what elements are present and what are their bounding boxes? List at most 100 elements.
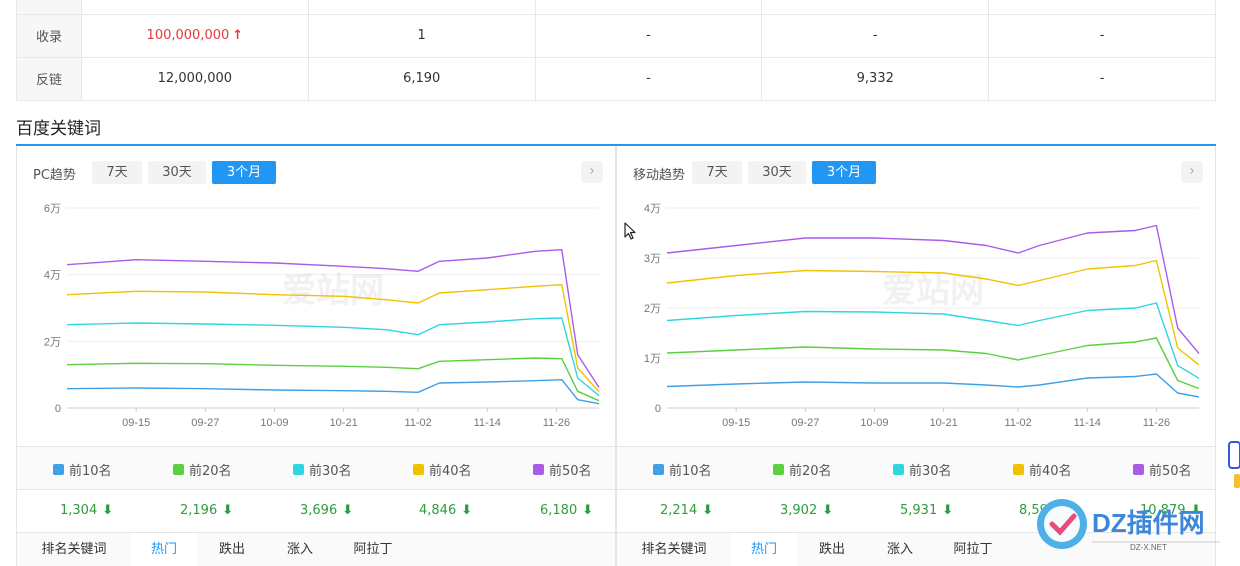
legend-label: 前30名: [909, 464, 952, 479]
rank-count-value: 3,902: [780, 503, 818, 518]
panel-header: 移动趋势 7天 30天 3个月 ›: [617, 160, 1215, 186]
section-title: 百度关键词: [16, 119, 101, 139]
y-tick-label: 6万: [44, 203, 61, 215]
table-cell: 1: [307, 13, 536, 58]
rank-count[interactable]: 3,696 ⬇: [300, 503, 353, 518]
table-cell: -: [761, 13, 990, 58]
legend-label: 前20名: [189, 464, 232, 479]
subtab-3[interactable]: 涨入: [271, 533, 329, 566]
series-line-3: [66, 317, 600, 397]
rank-count-value: 3,696: [300, 503, 338, 518]
rank-count[interactable]: 6,180 ⬇: [540, 503, 593, 518]
rank-count-value: 6,180: [540, 503, 578, 518]
legend-swatch: [173, 464, 184, 475]
arrow-down-icon: ⬇: [942, 503, 954, 518]
x-tick-label: 10-09: [260, 417, 288, 429]
chevron-right-icon[interactable]: ›: [1181, 161, 1203, 183]
x-tick-label: 10-21: [330, 417, 358, 429]
legend-swatch: [893, 464, 904, 475]
rank-count-value: 1,304: [60, 503, 98, 518]
subtab-1[interactable]: 热门: [731, 533, 797, 566]
x-tick-label: 09-15: [722, 417, 750, 429]
subtab-2[interactable]: 跌出: [799, 533, 865, 566]
rank-count-value: 2,196: [180, 503, 218, 518]
rank-count[interactable]: 3,902 ⬇: [780, 503, 833, 518]
subtab-3[interactable]: 涨入: [871, 533, 929, 566]
rank-count[interactable]: 4,846 ⬇: [419, 503, 472, 518]
range-tab-1[interactable]: 30天: [148, 161, 206, 184]
legend-item[interactable]: 前20名: [173, 460, 232, 479]
arrow-down-icon: ⬇: [222, 503, 234, 518]
x-tick-label: 11-14: [1074, 417, 1101, 429]
indexed-count[interactable]: 100,000,000: [147, 28, 230, 43]
rank-count[interactable]: 5,931 ⬇: [900, 503, 953, 518]
legend-item[interactable]: 前40名: [1013, 460, 1072, 479]
chart-watermark: 爱站网: [282, 271, 384, 311]
watermark-subtext: DZ-X.NET: [1130, 543, 1167, 552]
table-cell: -: [988, 13, 1216, 58]
table-cell: 12,000,000: [80, 56, 309, 101]
subtab-1[interactable]: 热门: [131, 533, 197, 566]
legend-item[interactable]: 前30名: [893, 460, 952, 479]
legend-item[interactable]: 前50名: [533, 460, 592, 479]
arrow-down-icon: ⬇: [461, 503, 473, 518]
watermark-logo: DZ插件网 DZ-X.NET: [1030, 494, 1230, 554]
legend-item[interactable]: 前20名: [773, 460, 832, 479]
legend-label: 前30名: [309, 464, 352, 479]
rank-counts: 1,304 ⬇ 2,196 ⬇ 3,696 ⬇ 4,846 ⬇ 6,180 ⬇: [17, 490, 615, 533]
range-tab-2[interactable]: 3个月: [212, 161, 276, 184]
table-cell: -: [988, 56, 1216, 101]
legend-swatch: [293, 464, 304, 475]
x-tick-label: 09-15: [122, 417, 150, 429]
chevron-right-icon[interactable]: ›: [581, 161, 603, 183]
subtab-0[interactable]: 排名关键词: [625, 533, 723, 566]
legend-item[interactable]: 前50名: [1133, 460, 1192, 479]
pc-trend-panel: PC趋势 7天 30天 3个月 › 0 2万 4万 6万 爱站网 09-15 09-27 10-09 10…: [16, 146, 616, 566]
table-row: 反链 12,000,000 6,190 - 9,332 -: [16, 56, 1216, 101]
legend-swatch: [653, 464, 664, 475]
y-tick-label: 1万: [644, 353, 661, 365]
legend-label: 前50名: [549, 464, 592, 479]
rank-count[interactable]: 2,196 ⬇: [180, 503, 233, 518]
rank-count-value: 5,931: [900, 503, 938, 518]
series-line-1: [66, 379, 600, 405]
x-tick-label: 11-26: [1143, 417, 1170, 429]
rank-count[interactable]: 2,214 ⬇: [660, 503, 713, 518]
y-tick-label: 2万: [644, 303, 661, 315]
range-tab-2[interactable]: 3个月: [812, 161, 876, 184]
legend-label: 前40名: [1029, 464, 1072, 479]
legend-label: 前20名: [789, 464, 832, 479]
legend-swatch: [413, 464, 424, 475]
legend-label: 前10名: [669, 464, 712, 479]
series-line-2: [666, 337, 1200, 390]
y-tick-label: 3万: [644, 253, 661, 265]
range-tab-0[interactable]: 7天: [692, 161, 742, 184]
side-widget-icon[interactable]: [1226, 440, 1240, 492]
subtab-2[interactable]: 跌出: [199, 533, 265, 566]
panel-title: 移动趋势: [633, 168, 686, 183]
x-tick-label: 11-14: [474, 417, 501, 429]
rank-count[interactable]: 1,304 ⬇: [60, 503, 113, 518]
arrow-down-icon: ⬇: [102, 503, 114, 518]
legend-label: 前40名: [429, 464, 472, 479]
arrow-down-icon: ⬇: [342, 503, 354, 518]
legend: 前10名 前20名 前30名 前40名 前50名: [17, 446, 615, 490]
legend-item[interactable]: 前30名: [293, 460, 352, 479]
legend-item[interactable]: 前10名: [53, 460, 112, 479]
legend-item[interactable]: 前40名: [413, 460, 472, 479]
legend: 前10名 前20名 前30名 前40名 前50名: [617, 446, 1215, 490]
subtab-4[interactable]: 阿拉丁: [337, 533, 409, 566]
series-line-1: [666, 373, 1200, 398]
range-tab-1[interactable]: 30天: [748, 161, 806, 184]
table-cell: -: [534, 13, 763, 58]
legend-swatch: [53, 464, 64, 475]
subtab-4[interactable]: 阿拉丁: [937, 533, 1009, 566]
panel-header: PC趋势 7天 30天 3个月 ›: [17, 160, 615, 186]
range-tab-0[interactable]: 7天: [92, 161, 142, 184]
subtab-0[interactable]: 排名关键词: [25, 533, 123, 566]
keyword-subtabs: 排名关键词 热门 跌出 涨入 阿拉丁: [17, 533, 615, 566]
watermark-text: DZ插件网: [1092, 508, 1205, 538]
arrow-down-icon: ⬇: [702, 503, 714, 518]
legend-item[interactable]: 前10名: [653, 460, 712, 479]
rank-count-value: 4,846: [419, 503, 457, 518]
